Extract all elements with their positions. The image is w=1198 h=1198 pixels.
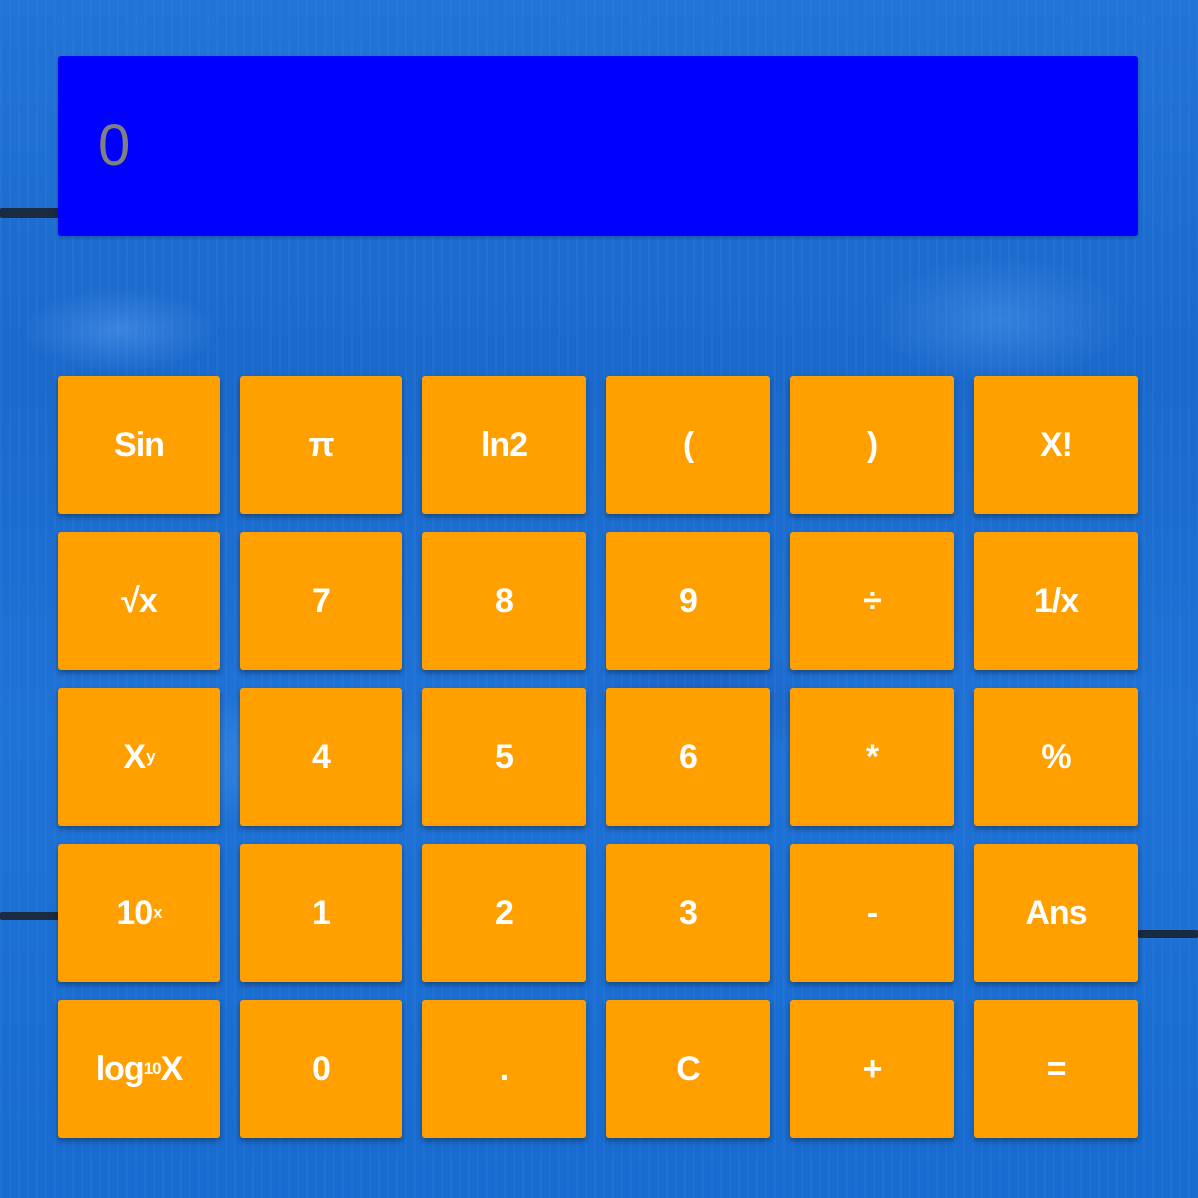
key-label: . <box>499 1049 510 1088</box>
key-label: π <box>308 425 334 464</box>
key-label: % <box>1041 737 1071 776</box>
decimal-button[interactable]: . <box>422 1000 586 1138</box>
key-label: - <box>866 893 878 932</box>
digit-0-button[interactable]: 0 <box>240 1000 402 1138</box>
key-superscript: y <box>146 747 156 766</box>
divide-button[interactable]: ÷ <box>790 532 954 670</box>
digit-3-button[interactable]: 3 <box>606 844 770 982</box>
key-label: 8 <box>495 581 514 620</box>
background-crack <box>0 208 60 218</box>
key-label: log <box>95 1049 145 1088</box>
key-label: ) <box>866 425 878 464</box>
equals-button[interactable]: = <box>974 1000 1138 1138</box>
multiply-button[interactable]: * <box>790 688 954 826</box>
digit-5-button[interactable]: 5 <box>422 688 586 826</box>
key-label: 9 <box>679 581 698 620</box>
key-label-suffix: X <box>160 1049 184 1088</box>
key-subscript: 10 <box>143 1059 162 1078</box>
key-label: 0 <box>312 1049 331 1088</box>
key-label: 2 <box>495 893 514 932</box>
calculator-keypad: Sin π ln2() X! √x 7 8 9 ÷ 1/x Xy 4 5 6 *% 10 x 1 2 3- Ans log… <box>58 376 1138 1138</box>
add-button[interactable]: + <box>790 1000 954 1138</box>
key-label: ln2 <box>480 425 528 464</box>
sqrt-button[interactable]: √x <box>58 532 220 670</box>
key-label: X <box>123 737 146 776</box>
ans-button[interactable]: Ans <box>974 844 1138 982</box>
digit-2-button[interactable]: 2 <box>422 844 586 982</box>
key-label: ÷ <box>863 581 882 620</box>
ln2-button[interactable]: ln2 <box>422 376 586 514</box>
key-superscript: x <box>153 903 163 922</box>
subtract-button[interactable]: - <box>790 844 954 982</box>
open-paren-button[interactable]: ( <box>606 376 770 514</box>
key-label: 6 <box>679 737 698 776</box>
digit-1-button[interactable]: 1 <box>240 844 402 982</box>
key-label: * <box>865 737 879 776</box>
sin-button[interactable]: Sin <box>58 376 220 514</box>
percent-button[interactable]: % <box>974 688 1138 826</box>
digit-9-button[interactable]: 9 <box>606 532 770 670</box>
key-label: X! <box>1040 425 1073 464</box>
key-label: 7 <box>312 581 331 620</box>
pi-button[interactable]: π <box>240 376 402 514</box>
close-paren-button[interactable]: ) <box>790 376 954 514</box>
key-label: 5 <box>495 737 514 776</box>
key-label: 10 <box>116 893 153 932</box>
log10-button[interactable]: log 10 X <box>58 1000 220 1138</box>
key-label: + <box>862 1049 883 1088</box>
ten-power-button[interactable]: 10 x <box>58 844 220 982</box>
background-crack <box>1138 930 1198 938</box>
calculator-display: 0 <box>58 56 1138 236</box>
key-label: Sin <box>114 425 165 464</box>
digit-4-button[interactable]: 4 <box>240 688 402 826</box>
key-label: ( <box>682 425 694 464</box>
clear-button[interactable]: C <box>606 1000 770 1138</box>
display-value: 0 <box>98 113 131 178</box>
key-label: C <box>676 1049 701 1088</box>
digit-7-button[interactable]: 7 <box>240 532 402 670</box>
key-label: = <box>1046 1049 1067 1088</box>
key-label: √x <box>121 581 158 620</box>
key-label: Ans <box>1025 893 1087 932</box>
power-button[interactable]: Xy <box>58 688 220 826</box>
factorial-button[interactable]: X! <box>974 376 1138 514</box>
key-label: 3 <box>679 893 698 932</box>
key-label: 4 <box>312 737 331 776</box>
reciprocal-button[interactable]: 1/x <box>974 532 1138 670</box>
digit-6-button[interactable]: 6 <box>606 688 770 826</box>
key-label: 1/x <box>1033 581 1079 620</box>
digit-8-button[interactable]: 8 <box>422 532 586 670</box>
key-label: 1 <box>312 893 331 932</box>
